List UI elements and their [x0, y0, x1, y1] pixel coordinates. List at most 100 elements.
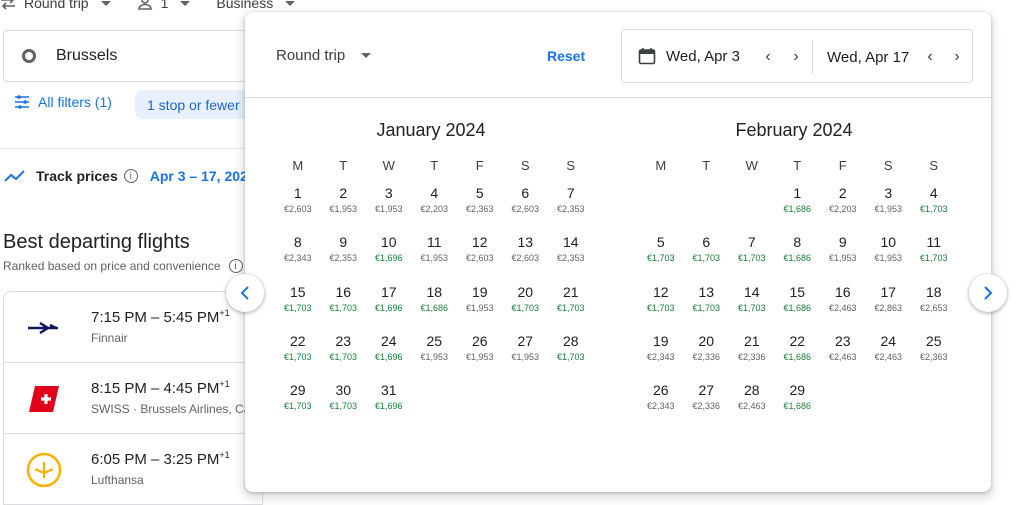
origin-input[interactable]: Brussels	[3, 30, 263, 82]
flight-row[interactable]: 8:15 PM – 4:45 PM+1 SWISS · Brussels Air…	[4, 363, 262, 434]
calendar-day[interactable]: 16 €2,463	[820, 284, 866, 333]
calendar-day[interactable]: 11 €1,953	[412, 234, 458, 283]
calendar-day[interactable]: 31 €1,696	[366, 382, 412, 431]
calendar-day[interactable]: 13 €1,703	[684, 284, 730, 333]
calendar-day[interactable]: 16 €1,703	[321, 284, 367, 333]
calendar-day[interactable]: 10 €1,953	[866, 234, 912, 283]
calendar-day[interactable]: 9 €2,353	[321, 234, 367, 283]
flight-list: 7:15 PM – 5:45 PM+1 Finnair 8:15 PM – 4:…	[3, 291, 263, 505]
reset-button[interactable]: Reset	[547, 48, 585, 64]
return-date-field[interactable]: Wed, Apr 17	[827, 49, 909, 66]
flight-row[interactable]: 6:05 PM – 3:25 PM+1 Lufthansa	[4, 434, 262, 505]
calendar-day[interactable]: 5 €2,363	[457, 185, 503, 234]
calendar-day[interactable]: 2 €1,953	[321, 185, 367, 234]
calendar-day[interactable]: 28 €1,703	[548, 333, 594, 382]
calendar-day[interactable]: 11 €1,703	[911, 234, 957, 283]
calendar-day[interactable]: 22 €1,686	[775, 333, 821, 382]
calendar-day[interactable]: 1 €2,603	[275, 185, 321, 234]
info-icon[interactable]: i	[228, 259, 243, 273]
cabin-selector[interactable]: Business	[216, 0, 296, 11]
return-prev-day-button[interactable]: ‹	[919, 46, 941, 68]
day-price: €1,686	[783, 253, 812, 264]
previous-month-button[interactable]	[226, 274, 264, 312]
calendar-day[interactable]: 23 €1,703	[321, 333, 367, 382]
all-filters-button[interactable]: All filters (1)	[14, 94, 112, 110]
calendar-day[interactable]: 25 €2,363	[911, 333, 957, 382]
info-icon[interactable]: i	[123, 169, 138, 183]
calendar-day[interactable]: 9 €1,953	[820, 234, 866, 283]
day-number: 20	[698, 332, 715, 349]
calendar-day[interactable]: 15 €1,703	[275, 284, 321, 333]
departure-prev-day-button[interactable]: ‹	[757, 46, 779, 68]
calendar-day[interactable]: 26 €1,953	[457, 333, 503, 382]
calendar-day[interactable]: 3 €1,953	[866, 185, 912, 234]
filter-sliders-icon	[15, 95, 29, 109]
calendar-day[interactable]: 17 €2,863	[866, 284, 912, 333]
calendar-day[interactable]: 18 €2,653	[911, 284, 957, 333]
day-price: €1,953	[420, 253, 449, 264]
calendar-day[interactable]: 26 €2,343	[638, 382, 684, 431]
departure-date-field[interactable]: Wed, Apr 3	[638, 47, 740, 65]
return-next-day-button[interactable]: ›	[946, 46, 968, 68]
calendar-day[interactable]: 27 €2,336	[684, 382, 730, 431]
calendar-day[interactable]: 8 €2,343	[275, 234, 321, 283]
day-price: €2,603	[283, 204, 312, 214]
calendar-day[interactable]: 29 €1,703	[275, 382, 321, 431]
calendar-day[interactable]: 14 €1,703	[729, 284, 775, 333]
calendar-day[interactable]: 3 €1,953	[366, 185, 412, 234]
calendar-day[interactable]: 18 €1,686	[412, 284, 458, 333]
chevron-left-icon: ‹	[927, 48, 933, 65]
calendar-day[interactable]: 29 €1,686	[775, 382, 821, 431]
passenger-selector[interactable]: 1	[137, 0, 191, 11]
day-price: €1,953	[511, 351, 540, 362]
flight-times: 7:15 PM – 5:45 PM+1	[91, 308, 230, 326]
calendar-day[interactable]: 8 €1,686	[775, 234, 821, 283]
day-price: €1,703	[329, 302, 358, 313]
day-price: €2,653	[919, 302, 948, 313]
calendar-day[interactable]: 4 €1,703	[911, 185, 957, 234]
day-number: 15	[789, 283, 806, 300]
trip-type-selector[interactable]: Round trip	[0, 0, 111, 11]
day-price: €1,703	[329, 351, 358, 362]
calendar-day[interactable]: 21 €1,703	[548, 284, 594, 333]
calendar-day[interactable]: 2 €2,203	[820, 185, 866, 234]
calendar-day[interactable]: 6 €1,703	[684, 234, 730, 283]
picker-trip-type-selector[interactable]: Round trip	[276, 47, 372, 64]
calendar-day[interactable]: 12 €1,703	[638, 284, 684, 333]
stops-filter-chip[interactable]: 1 stop or fewer	[135, 90, 252, 119]
calendar-day[interactable]: 6 €2,603	[503, 185, 549, 234]
calendar-day[interactable]: 23 €2,463	[820, 333, 866, 382]
calendar-day[interactable]: 24 €1,696	[366, 333, 412, 382]
calendar-day[interactable]: 28 €2,463	[729, 382, 775, 431]
date-picker-dialog: Round trip Reset Wed, Apr 3 ‹ › Wed, Apr…	[245, 12, 991, 492]
calendar-day[interactable]: 24 €2,463	[866, 333, 912, 382]
calendar-day[interactable]: 30 €1,703	[321, 382, 367, 431]
calendar-day[interactable]: 20 €1,703	[503, 284, 549, 333]
calendar-day[interactable]: 7 €2,353	[548, 185, 594, 234]
calendar-day[interactable]: 1 €1,686	[775, 185, 821, 234]
day-number: 26	[471, 332, 488, 349]
day-number: 23	[834, 332, 851, 349]
next-month-button[interactable]	[969, 274, 1007, 312]
calendar-day[interactable]: 27 €1,953	[503, 333, 549, 382]
calendar-day[interactable]: 15 €1,686	[775, 284, 821, 333]
calendar-day[interactable]: 14 €2,353	[548, 234, 594, 283]
date-range-field: Wed, Apr 3 ‹ › Wed, Apr 17 ‹ ›	[621, 29, 973, 83]
day-price: €2,203	[828, 204, 857, 214]
calendar-day[interactable]: 12 €2,603	[457, 234, 503, 283]
calendar-day[interactable]: 4 €2,203	[412, 185, 458, 234]
calendar-day[interactable]: 20 €2,336	[684, 333, 730, 382]
calendar-day[interactable]: 21 €2,336	[729, 333, 775, 382]
departure-next-day-button[interactable]: ›	[785, 46, 807, 68]
calendar-day[interactable]: 19 €1,953	[457, 284, 503, 333]
calendar-day[interactable]: 22 €1,703	[275, 333, 321, 382]
calendar-day[interactable]: 17 €1,696	[366, 284, 412, 333]
calendar-day[interactable]: 19 €2,343	[638, 333, 684, 382]
calendar-day[interactable]: 13 €2,603	[503, 234, 549, 283]
calendar-day[interactable]: 25 €1,953	[412, 333, 458, 382]
chevron-down-icon	[100, 0, 111, 6]
calendar-day[interactable]: 7 €1,703	[729, 234, 775, 283]
flight-row[interactable]: 7:15 PM – 5:45 PM+1 Finnair	[4, 292, 262, 363]
calendar-day[interactable]: 5 €1,703	[638, 234, 684, 283]
calendar-day[interactable]: 10 €1,696	[366, 234, 412, 283]
